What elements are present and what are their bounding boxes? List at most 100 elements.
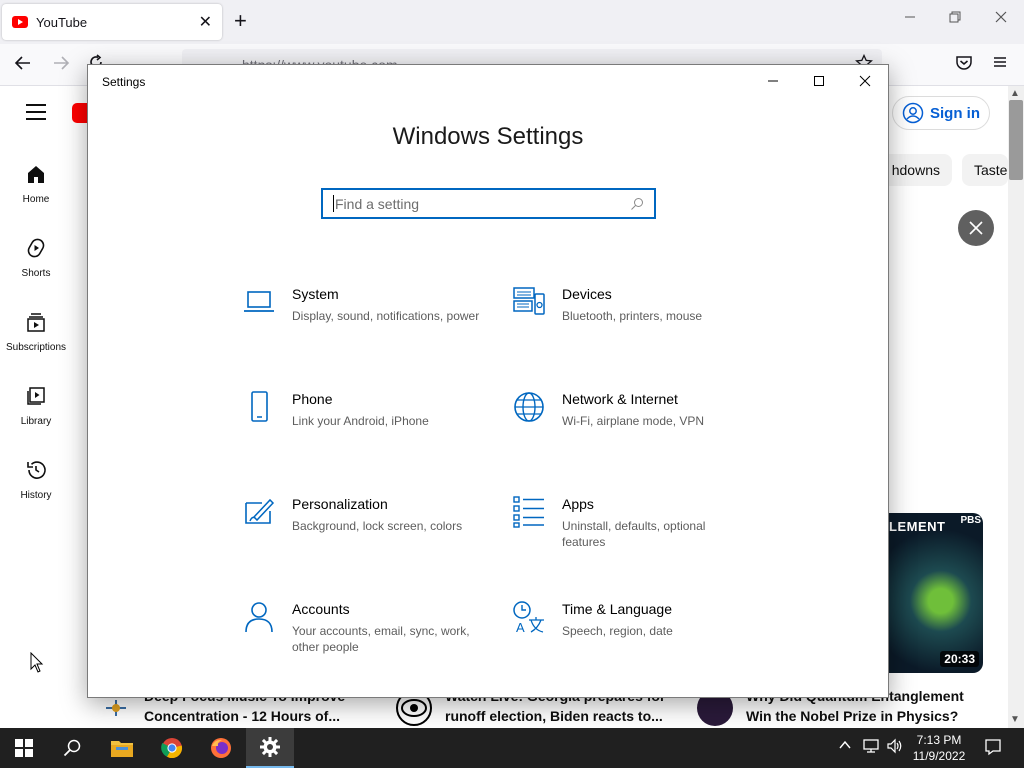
close-button[interactable] bbox=[850, 71, 880, 91]
settings-category-apps[interactable]: Apps Uninstall, defaults, optional featu… bbox=[512, 495, 752, 550]
settings-category-devices[interactable]: Devices Bluetooth, printers, mouse bbox=[512, 285, 752, 324]
menu-hamburger-icon[interactable] bbox=[992, 54, 1008, 74]
tab-close-icon[interactable]: ✕ bbox=[199, 12, 212, 32]
volume-icon[interactable] bbox=[886, 738, 904, 757]
search-input[interactable] bbox=[335, 195, 630, 212]
sign-in-button[interactable]: Sign in bbox=[892, 96, 990, 130]
sidebar-item-library[interactable]: Library bbox=[0, 384, 72, 427]
window-title: Settings bbox=[102, 75, 146, 89]
network-icon[interactable] bbox=[862, 738, 880, 757]
tab-title: YouTube bbox=[36, 14, 88, 30]
category-description: Background, lock screen, colors bbox=[292, 519, 463, 533]
browser-tab-bar: YouTube ✕ + bbox=[0, 0, 1024, 44]
category-description: Link your Android, iPhone bbox=[292, 414, 429, 428]
phone-icon bbox=[251, 391, 268, 422]
laptop-icon bbox=[244, 291, 274, 312]
filter-chip[interactable]: Taste bbox=[962, 154, 1008, 186]
history-icon bbox=[24, 458, 48, 482]
settings-category-network[interactable]: Network & Internet Wi-Fi, airplane mode,… bbox=[512, 390, 752, 429]
youtube-favicon-icon bbox=[12, 16, 28, 28]
settings-window: Settings Windows Settings System Display… bbox=[87, 64, 889, 698]
new-tab-button[interactable]: + bbox=[234, 10, 247, 32]
clock-date: 11/9/2022 bbox=[912, 749, 966, 763]
category-name: System bbox=[292, 286, 339, 302]
page-scrollbar[interactable] bbox=[1008, 86, 1024, 728]
scrollbar-thumb[interactable] bbox=[1009, 100, 1023, 180]
taskbar: 7:13 PM 11/9/2022 bbox=[0, 728, 1024, 768]
browser-close-button[interactable] bbox=[995, 10, 1007, 26]
category-description: Uninstall, defaults, optional features bbox=[562, 519, 706, 549]
scroll-up-icon[interactable]: ▲ bbox=[1010, 88, 1020, 99]
clock-time: 7:13 PM bbox=[916, 733, 962, 747]
taskbar-firefox[interactable] bbox=[197, 728, 245, 768]
tray-chevron-up-icon[interactable] bbox=[838, 738, 852, 755]
sidebar-item-label: Subscriptions bbox=[5, 342, 67, 353]
taskbar-file-explorer[interactable] bbox=[98, 728, 146, 768]
pocket-icon[interactable] bbox=[955, 54, 973, 76]
shorts-icon bbox=[24, 236, 48, 260]
taskbar-search-button[interactable] bbox=[48, 728, 96, 768]
thumbnail-title: LEMENT bbox=[889, 519, 946, 534]
video-duration: 20:33 bbox=[940, 651, 979, 667]
sign-in-label: Sign in bbox=[930, 104, 980, 122]
youtube-menu-icon[interactable] bbox=[26, 104, 46, 120]
person-icon bbox=[245, 602, 273, 633]
browser-minimize-button[interactable] bbox=[904, 10, 916, 26]
browser-restore-button[interactable] bbox=[949, 10, 961, 26]
home-icon bbox=[24, 162, 48, 186]
sidebar-item-label: Library bbox=[20, 416, 52, 427]
sidebar-item-shorts[interactable]: Shorts bbox=[0, 236, 72, 279]
settings-category-personalization[interactable]: Personalization Background, lock screen,… bbox=[242, 495, 482, 534]
apps-icon bbox=[513, 496, 544, 528]
sidebar-item-label: Shorts bbox=[21, 268, 51, 279]
video-thumbnail[interactable]: LEMENT PBS 20:33 bbox=[889, 513, 983, 673]
settings-category-phone[interactable]: Phone Link your Android, iPhone bbox=[242, 390, 482, 429]
category-name: Personalization bbox=[292, 496, 388, 512]
time-language-icon: A bbox=[513, 601, 544, 634]
subscriptions-icon bbox=[24, 310, 48, 334]
sidebar-item-label: History bbox=[20, 490, 52, 501]
sidebar-item-label: Home bbox=[22, 194, 50, 205]
category-description: Speech, region, date bbox=[562, 624, 673, 638]
text-caret bbox=[333, 195, 334, 212]
mouse-pointer-icon bbox=[30, 652, 44, 673]
firefox-icon bbox=[211, 738, 231, 758]
category-name: Devices bbox=[562, 286, 612, 302]
search-icon[interactable] bbox=[630, 197, 644, 211]
scroll-down-icon[interactable]: ▼ bbox=[1010, 714, 1020, 725]
library-icon bbox=[24, 384, 48, 408]
category-description: Bluetooth, printers, mouse bbox=[562, 309, 703, 323]
settings-category-system[interactable]: System Display, sound, notifications, po… bbox=[242, 285, 482, 324]
category-description: Display, sound, notifications, power bbox=[292, 309, 480, 323]
personalization-icon bbox=[245, 498, 275, 524]
windows-logo-icon bbox=[15, 739, 33, 757]
minimize-button[interactable] bbox=[758, 71, 788, 91]
maximize-button[interactable] bbox=[804, 71, 834, 91]
settings-search-box[interactable] bbox=[321, 188, 656, 219]
globe-icon bbox=[514, 392, 544, 422]
back-arrow-icon[interactable] bbox=[14, 54, 32, 76]
category-description: Wi-Fi, airplane mode, VPN bbox=[562, 414, 705, 428]
account-icon bbox=[902, 102, 924, 124]
taskbar-chrome[interactable] bbox=[148, 728, 196, 768]
taskbar-clock[interactable]: 7:13 PM 11/9/2022 bbox=[905, 732, 973, 764]
settings-category-accounts[interactable]: Accounts Your accounts, email, sync, wor… bbox=[242, 600, 482, 655]
start-button[interactable] bbox=[0, 728, 48, 768]
notification-icon[interactable] bbox=[984, 738, 1002, 759]
search-icon bbox=[63, 739, 81, 757]
devices-icon bbox=[513, 287, 545, 315]
gear-icon bbox=[260, 737, 280, 757]
settings-category-time-language[interactable]: A Time & Language Speech, region, date bbox=[512, 600, 752, 639]
svg-text:A: A bbox=[516, 620, 525, 634]
folder-icon bbox=[111, 741, 133, 757]
close-icon[interactable] bbox=[958, 210, 994, 246]
page-title: Windows Settings bbox=[392, 123, 584, 150]
sidebar-item-subscriptions[interactable]: Subscriptions bbox=[0, 310, 72, 353]
category-name: Accounts bbox=[292, 601, 350, 617]
category-name: Apps bbox=[562, 496, 594, 512]
forward-arrow-icon[interactable] bbox=[52, 54, 70, 76]
sidebar-item-home[interactable]: Home bbox=[0, 162, 72, 205]
sidebar-item-history[interactable]: History bbox=[0, 458, 72, 501]
taskbar-settings[interactable] bbox=[246, 728, 294, 768]
browser-tab-youtube[interactable]: YouTube ✕ bbox=[2, 4, 222, 40]
